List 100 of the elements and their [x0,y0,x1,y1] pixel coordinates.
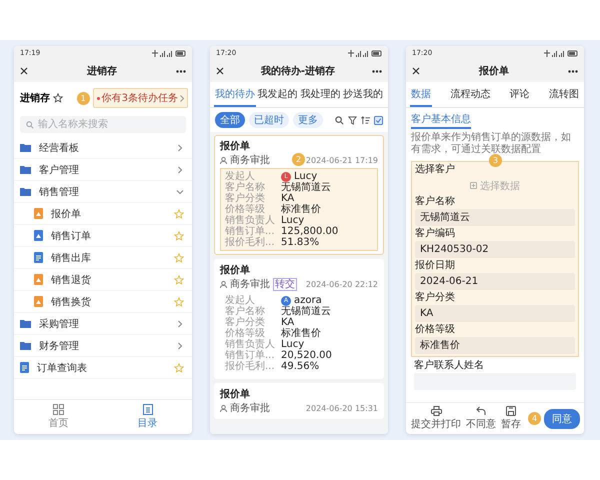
field-label: 客户分类 [225,193,266,204]
star-icon[interactable] [174,252,184,262]
status-icons [152,50,186,56]
field-label: 客户联系人姓名 [414,360,485,372]
field-label: 报价毛利... [225,237,276,248]
tree-item[interactable]: 销售退货 [14,269,192,291]
field-value: 标准售价 [281,328,321,339]
folder-icon [20,187,31,196]
step-badge: 4 [528,412,541,425]
tree-item[interactable]: 销售管理 [14,181,192,203]
chevron-down-icon[interactable] [176,188,184,196]
tab[interactable]: 流转图 [548,82,580,107]
field-label: 客户编码 [415,228,456,240]
card-title: 报价单 [220,140,251,153]
field-label: 销售订单... [225,226,276,237]
input-field[interactable]: KA [415,305,575,322]
field-value: 无锡简道云 [281,306,331,317]
chevron-right-icon[interactable] [176,144,184,152]
section-description: 报价单来作为销售订单的源数据，如有需求，可通过关联数据配置 [411,132,572,156]
field-label: 选择客户 [415,164,456,176]
sort-icon[interactable] [361,116,370,124]
action-button[interactable]: 暂存 [500,406,522,431]
tab[interactable]: 数据 [410,82,432,107]
filter-chip[interactable]: 已超时 [249,112,289,128]
person-icon [220,156,227,164]
approve-button[interactable]: 同意 [544,408,580,428]
tab[interactable]: 我处理的 [299,82,342,107]
tree-item[interactable]: 报价单 [14,203,192,225]
tab[interactable]: 我的待办 [214,82,256,107]
more-icon[interactable] [176,70,186,72]
screen-title: 我的待办-进销存 [260,64,336,78]
step-badge: 2 [292,153,305,166]
app-name: 进销存 [20,92,50,105]
filter-icon[interactable] [348,116,357,124]
field-label: 价格等级 [225,328,265,339]
field-value: Lucy [281,215,304,226]
field-label: 客户名称 [415,196,456,208]
field-label: 客户名称 [225,182,266,193]
todo-card[interactable]: 报价单 商务审批 2024-06-20 15:31 [214,383,384,419]
field-label: 客户名称 [225,306,266,317]
field-value: Lucy [281,339,304,350]
star-icon[interactable] [174,208,184,218]
action-button[interactable]: 提交并打印 [410,406,462,431]
approval-step: 商务审批 [230,401,270,415]
action-button[interactable]: 不同意 [465,406,497,431]
tree-item[interactable]: 客户管理 [14,159,192,181]
close-icon[interactable] [20,67,28,75]
chevron-right-icon[interactable] [176,342,184,350]
tab[interactable]: 抄送我的 [342,82,384,107]
close-icon[interactable] [216,67,224,75]
chevron-right-icon[interactable] [176,166,184,174]
field-label: 销售负责人 [225,339,276,350]
tree-item[interactable]: 经营看板 [14,137,192,159]
tab[interactable]: 评论 [508,82,531,107]
star-icon[interactable] [174,274,184,284]
star-icon[interactable] [174,296,184,306]
input-field[interactable]: 2024-06-21 [415,273,575,290]
field-value: 49.56% [281,361,320,372]
input-field[interactable]: 标准售价 [415,337,575,354]
tree-item[interactable]: 采购管理 [14,313,192,335]
more-icon[interactable] [568,70,578,72]
search-field[interactable]: 输入名称来搜索 [20,116,186,133]
input-field[interactable]: KH240530-02 [415,241,575,258]
step-badge: 3 [489,154,502,167]
tab[interactable]: 我发起的 [256,82,299,107]
input-field[interactable]: 无锡简道云 [415,209,575,226]
folder-icon [20,341,31,350]
tree-item[interactable]: 销售订单 [14,225,192,247]
todo-notice[interactable]: 你有3条待办任务 [92,88,188,108]
tree-item[interactable]: 销售换货 [14,291,192,313]
field-value: 51.83% [281,237,320,248]
tree-item[interactable]: 财务管理 [14,335,192,357]
field-value: KA [281,193,294,204]
nav-tab[interactable]: 首页 [42,404,74,430]
select-icon[interactable] [374,116,383,124]
field-label: 报价毛利... [225,361,276,372]
filter-chip[interactable]: 全部 [215,112,245,128]
grid-icon [53,404,64,415]
search-icon [26,121,34,129]
star-icon[interactable] [174,362,184,372]
field-label: 客户分类 [225,317,266,328]
printer-icon [430,406,442,416]
field-value: KA [281,317,294,328]
tree-item[interactable]: 订单查询表 [14,357,192,379]
filter-chip[interactable]: 更多 [293,112,323,128]
chevron-right-icon[interactable] [176,320,184,328]
star-icon[interactable] [53,93,63,103]
more-icon[interactable] [372,70,382,72]
save-icon [506,406,516,416]
nav-tab[interactable]: 目录 [132,404,164,430]
close-icon[interactable] [412,67,420,75]
tab[interactable]: 流程动态 [449,82,492,107]
star-icon[interactable] [174,230,184,240]
field-value: 无锡简道云 [281,182,331,193]
field-label: 销售订单... [225,350,276,361]
person-icon [220,280,227,288]
screen-title: 报价单 [479,64,509,78]
search-icon[interactable] [335,116,344,124]
card-time: 2024-06-20 15:31 [306,404,378,412]
tree-item[interactable]: 销售出库 [14,247,192,269]
